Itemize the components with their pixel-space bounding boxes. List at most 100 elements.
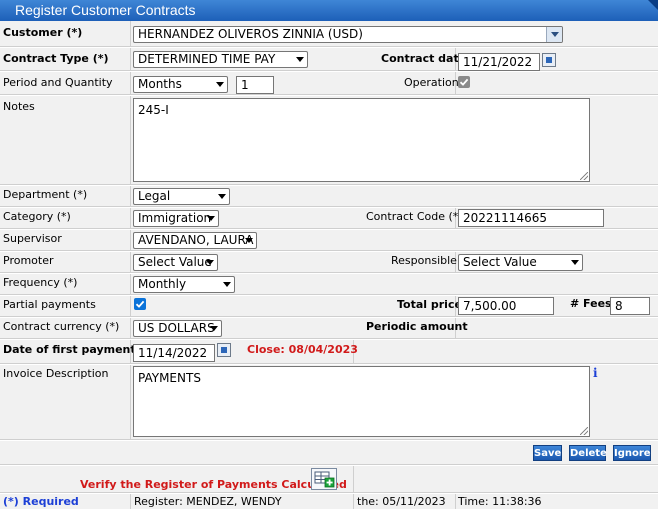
promoter-value: Select Value [138, 255, 212, 269]
currency-select[interactable]: US DOLLARS [133, 320, 222, 337]
divider [130, 274, 131, 295]
total-price-label: Total price [397, 298, 462, 311]
resize-grip-icon[interactable] [580, 172, 588, 180]
notes-label: Notes [3, 100, 35, 113]
resize-grip-icon[interactable] [580, 427, 588, 435]
calendar-icon[interactable] [217, 343, 231, 357]
register-user: Register: MENDEZ, WENDY [134, 495, 282, 508]
chevron-down-icon [207, 216, 215, 221]
divider [130, 208, 131, 229]
divider [130, 365, 131, 440]
total-price-value: 7,500.00 [463, 299, 517, 313]
invoice-textarea[interactable]: PAYMENTS [133, 366, 590, 437]
category-label: Category (*) [3, 210, 71, 223]
operation-checkbox[interactable] [458, 76, 470, 88]
customer-label: Customer (*) [3, 26, 83, 39]
promoter-select[interactable]: Select Value [133, 254, 218, 271]
period-unit-value: Months [138, 77, 182, 91]
row-invoice: Invoice Description PAYMENTS i [0, 365, 658, 440]
contract-type-label: Contract Type (*) [3, 52, 109, 65]
period-label: Period and Quantity [3, 76, 113, 89]
invoice-label: Invoice Description [3, 367, 109, 380]
supervisor-select[interactable]: AVENDANO, LAURA [133, 232, 257, 249]
row-category: Category (*) Immigration Contract Code (… [0, 208, 658, 229]
row-period: Period and Quantity Months 1 Operation [0, 72, 658, 95]
operation-label: Operation [404, 76, 459, 89]
save-button[interactable]: Save [533, 445, 562, 461]
row-partial-payments: Partial payments Total price 7,500.00 # … [0, 296, 658, 317]
currency-value: US DOLLARS [138, 321, 215, 335]
customer-select[interactable]: HERNANDEZ OLIVEROS ZINNIA (USD) [133, 26, 563, 43]
responsible-select[interactable]: Select Value [458, 254, 583, 271]
chevron-down-icon [218, 194, 226, 199]
check-icon [459, 78, 469, 86]
contract-type-select[interactable]: DETERMINED TIME PAY [133, 51, 308, 68]
period-quantity-input[interactable]: 1 [236, 76, 274, 94]
divider [130, 318, 131, 339]
contract-date-label: Contract date [381, 52, 467, 65]
window-title: Register Customer Contracts [15, 2, 196, 18]
fees-input[interactable]: 8 [610, 297, 650, 315]
corner-decoration [648, 0, 658, 10]
period-quantity-value: 1 [241, 78, 249, 92]
divider [353, 494, 354, 509]
close-date-text: Close: 08/04/2023 [247, 343, 358, 356]
row-supervisor: Supervisor AVENDANO, LAURA [0, 230, 658, 251]
promoter-label: Promoter [3, 254, 54, 267]
divider [130, 48, 131, 71]
total-price-input[interactable]: 7,500.00 [458, 297, 554, 315]
frequency-select[interactable]: Monthly [133, 276, 235, 293]
partial-payments-checkbox[interactable] [134, 298, 146, 310]
delete-button[interactable]: Delete [569, 445, 607, 461]
divider [353, 466, 354, 493]
currency-label: Contract currency (*) [3, 320, 120, 333]
row-department: Department (*) Legal [0, 186, 658, 207]
customer-value: HERNANDEZ OLIVEROS ZINNIA (USD) [138, 27, 363, 41]
notes-value: 245-I [138, 103, 169, 117]
check-icon [135, 300, 145, 308]
row-frequency: Frequency (*) Monthly [0, 274, 658, 295]
divider [130, 296, 131, 317]
department-value: Legal [138, 189, 171, 203]
divider [130, 252, 131, 273]
category-select[interactable]: Immigration [133, 210, 219, 227]
row-promoter: Promoter Select Value Responsible Select… [0, 252, 658, 273]
chevron-down-icon [223, 282, 231, 287]
period-unit-select[interactable]: Months [133, 76, 228, 93]
divider [130, 72, 131, 95]
chevron-down-icon [296, 57, 304, 62]
fees-label: # Fees [570, 297, 612, 310]
supervisor-label: Supervisor [3, 232, 62, 245]
calculate-payments-button[interactable] [311, 468, 337, 490]
divider [130, 494, 131, 509]
contract-date-input[interactable]: 11/21/2022 [458, 53, 540, 71]
ignore-button[interactable]: Ignore [613, 445, 651, 461]
contract-date-value: 11/21/2022 [463, 55, 533, 69]
verify-payments-text: Verify the Register of Payments Calculat… [80, 478, 347, 491]
category-value: Immigration [138, 211, 212, 225]
divider [130, 230, 131, 251]
row-actions: Save Delete Ignore [0, 441, 658, 465]
first-payment-input[interactable]: 11/14/2022 [133, 344, 215, 362]
row-verify: Verify the Register of Payments Calculat… [0, 466, 658, 493]
department-select[interactable]: Legal [133, 188, 230, 205]
notes-textarea[interactable]: 245-I [133, 98, 590, 182]
add-table-icon [314, 471, 335, 488]
row-notes: Notes 245-I [0, 96, 658, 185]
footer: (*) Required Register: MENDEZ, WENDY the… [0, 494, 658, 509]
department-label: Department (*) [3, 188, 88, 201]
chevron-down-icon [245, 238, 253, 243]
divider [130, 21, 131, 47]
chevron-down-icon [571, 260, 579, 265]
supervisor-value: AVENDANO, LAURA [138, 233, 254, 247]
info-icon[interactable]: i [593, 366, 598, 380]
row-currency: Contract currency (*) US DOLLARS Periodi… [0, 318, 658, 339]
contract-code-input[interactable]: 20221114665 [458, 209, 604, 227]
chevron-down-icon[interactable] [546, 27, 562, 42]
calendar-icon[interactable] [542, 53, 556, 67]
required-note: (*) Required [3, 495, 79, 508]
row-first-payment: Date of first payment (*) 11/14/2022 Clo… [0, 340, 658, 364]
row-contract-type: Contract Type (*) DETERMINED TIME PAY Co… [0, 48, 658, 71]
responsible-label: Responsible [391, 254, 457, 267]
register-time: Time: 11:38:36 [458, 495, 542, 508]
